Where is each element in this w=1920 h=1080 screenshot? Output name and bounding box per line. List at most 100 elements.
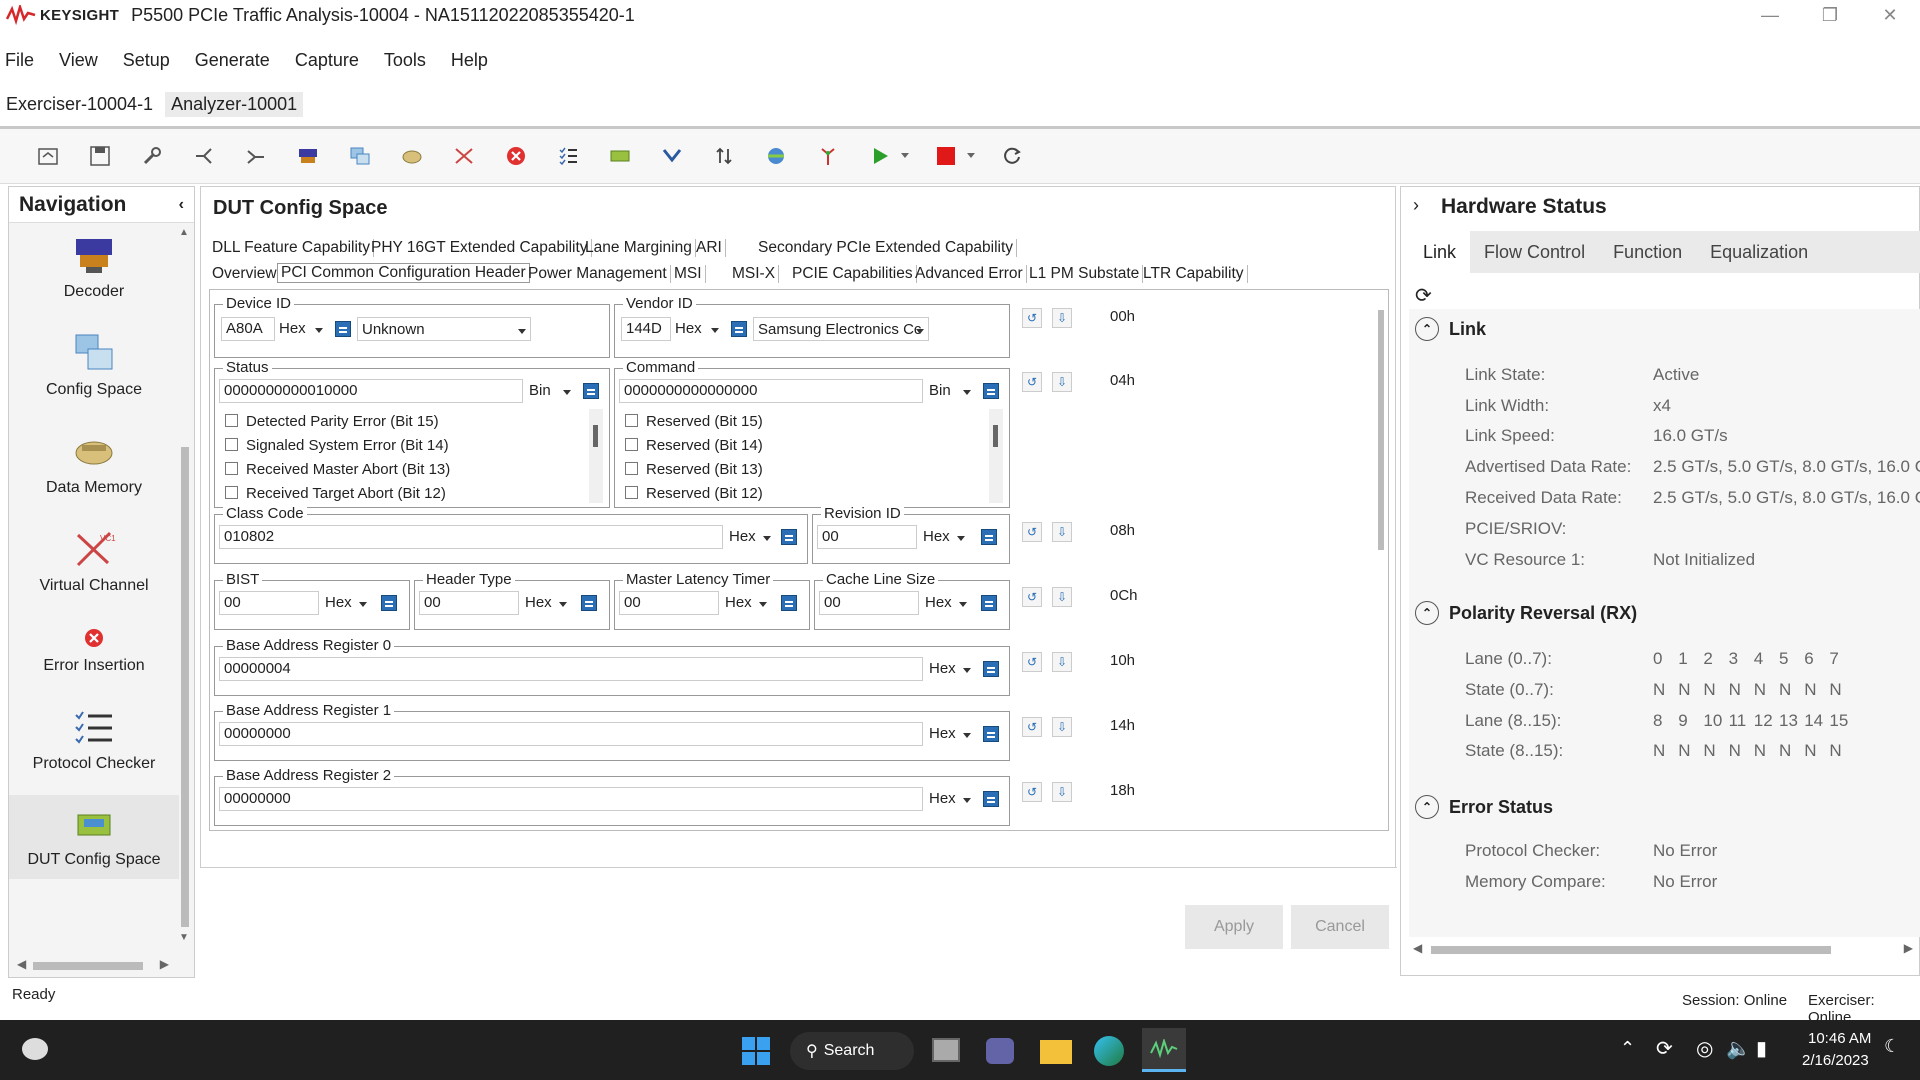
tab-pcie-capabilities[interactable]: PCIE Capabilities xyxy=(789,265,917,283)
calculator-icon[interactable] xyxy=(731,321,747,337)
menu-help[interactable]: Help xyxy=(451,50,488,71)
split-icon[interactable] xyxy=(186,138,222,174)
home-icon[interactable] xyxy=(30,138,66,174)
wrench-icon[interactable] xyxy=(134,138,170,174)
bar2-format[interactable]: Hex xyxy=(925,787,975,811)
command-scrollbar[interactable] xyxy=(989,409,1003,503)
write-icon[interactable]: ⇩ xyxy=(1052,717,1072,737)
tab-advanced-error[interactable]: Advanced Error xyxy=(912,265,1027,283)
refresh-icon[interactable] xyxy=(994,138,1030,174)
master-latency-format[interactable]: Hex xyxy=(721,591,771,615)
tab-ari[interactable]: ARI xyxy=(693,239,726,257)
channel-icon[interactable] xyxy=(446,138,482,174)
master-latency-field[interactable]: 00 xyxy=(619,591,719,615)
menu-tools[interactable]: Tools xyxy=(384,50,426,71)
expand-icon[interactable]: › xyxy=(1413,195,1419,216)
minimize-icon[interactable]: — xyxy=(1740,0,1800,30)
nav-item-protocol-checker[interactable]: Protocol Checker xyxy=(9,699,179,773)
error-icon[interactable] xyxy=(498,138,534,174)
nav-item-config-space[interactable]: Config Space xyxy=(9,325,179,399)
bar2-field[interactable]: 00000000 xyxy=(219,787,923,811)
network-icon[interactable]: ◎ xyxy=(1696,1036,1713,1061)
cache-line-format[interactable]: Hex xyxy=(921,591,971,615)
class-code-format[interactable]: Hex xyxy=(725,525,775,549)
nav-item-dut-config-space[interactable]: DUT Config Space xyxy=(9,795,179,879)
teams-icon[interactable] xyxy=(986,1038,1014,1064)
updown-icon[interactable] xyxy=(706,138,742,174)
collapse-icon[interactable]: ⌃ xyxy=(1415,795,1439,819)
bar0-format[interactable]: Hex xyxy=(925,657,975,681)
nav-item-error-insertion[interactable]: Error Insertion xyxy=(9,619,179,675)
tower-icon[interactable] xyxy=(810,138,846,174)
calculator-icon[interactable] xyxy=(781,595,797,611)
device-id-format[interactable]: Hex xyxy=(275,317,327,341)
play-icon[interactable] xyxy=(862,138,898,174)
weather-icon[interactable] xyxy=(22,1038,48,1060)
decoder-icon[interactable] xyxy=(290,138,326,174)
search-box[interactable]: ⚲ Search xyxy=(790,1032,914,1070)
device-name-select[interactable]: Unknown xyxy=(357,317,531,341)
save-icon[interactable] xyxy=(82,138,118,174)
calculator-icon[interactable] xyxy=(983,661,999,677)
tab-lane-margining[interactable]: Lane Margining xyxy=(582,239,696,257)
memory-icon[interactable] xyxy=(394,138,430,174)
device-id-field[interactable]: A80A xyxy=(221,317,275,341)
cache-line-field[interactable]: 00 xyxy=(819,591,919,615)
header-type-field[interactable]: 00 xyxy=(419,591,519,615)
battery-icon[interactable]: ▮ xyxy=(1756,1036,1767,1061)
vendor-id-format[interactable]: Hex xyxy=(671,317,723,341)
tab-secondary-pcie[interactable]: Secondary PCIe Extended Capability xyxy=(755,239,1018,257)
status-bit15-checkbox[interactable]: Detected Parity Error (Bit 15) xyxy=(225,413,439,430)
edge-icon[interactable] xyxy=(1094,1036,1124,1066)
config-icon[interactable] xyxy=(342,138,378,174)
bist-field[interactable]: 00 xyxy=(219,591,319,615)
tab-equalization[interactable]: Equalization xyxy=(1696,231,1822,273)
calculator-icon[interactable] xyxy=(583,383,599,399)
bar1-format[interactable]: Hex xyxy=(925,722,975,746)
nav-item-virtual-channel[interactable]: VC1 Virtual Channel xyxy=(9,521,179,595)
globe-icon[interactable] xyxy=(758,138,794,174)
menu-file[interactable]: File xyxy=(5,50,34,71)
chevron-up-icon[interactable]: ⌃ xyxy=(1620,1038,1635,1059)
calculator-icon[interactable] xyxy=(983,791,999,807)
nav-scrollbar[interactable]: ▲ ▼ xyxy=(179,227,191,947)
sync-icon[interactable]: ⟳ xyxy=(1656,1036,1673,1061)
tab-pci-common-header[interactable]: PCI Common Configuration Header xyxy=(277,263,530,283)
reload-icon[interactable]: ↺ xyxy=(1022,652,1042,672)
calculator-icon[interactable] xyxy=(983,383,999,399)
checker-icon[interactable] xyxy=(550,138,586,174)
tab-link[interactable]: Link xyxy=(1409,231,1471,273)
link-section-header[interactable]: ⌃ Link xyxy=(1415,317,1486,341)
command-bit14-checkbox[interactable]: Reserved (Bit 14) xyxy=(625,437,763,454)
reload-icon[interactable]: ↺ xyxy=(1022,308,1042,328)
trigger-icon[interactable] xyxy=(654,138,690,174)
collapse-icon[interactable]: ⌃ xyxy=(1415,317,1439,341)
vendor-id-field[interactable]: 144D xyxy=(621,317,671,341)
tab-phy-16gt[interactable]: PHY 16GT Extended Capability xyxy=(368,239,592,257)
reload-icon[interactable]: ↺ xyxy=(1022,717,1042,737)
calculator-icon[interactable] xyxy=(581,595,597,611)
write-icon[interactable]: ⇩ xyxy=(1052,308,1072,328)
calculator-icon[interactable] xyxy=(981,529,997,545)
volume-icon[interactable]: 🔈 xyxy=(1726,1036,1751,1061)
reload-icon[interactable]: ↺ xyxy=(1022,522,1042,542)
notification-icon[interactable]: ☾ xyxy=(1884,1036,1900,1057)
tab-ltr-capability[interactable]: LTR Capability xyxy=(1140,265,1248,283)
hw-hscrollbar[interactable]: ◀ ▶ xyxy=(1413,941,1913,957)
status-bit12-checkbox[interactable]: Received Target Abort (Bit 12) xyxy=(225,485,446,502)
reload-icon[interactable]: ↺ xyxy=(1022,372,1042,392)
bar0-field[interactable]: 00000004 xyxy=(219,657,923,681)
clock-time[interactable]: 10:46 AM xyxy=(1808,1030,1871,1047)
command-bit13-checkbox[interactable]: Reserved (Bit 13) xyxy=(625,461,763,478)
keysight-app-icon[interactable] xyxy=(1142,1028,1186,1072)
file-explorer-icon[interactable] xyxy=(1040,1040,1072,1064)
calculator-icon[interactable] xyxy=(381,595,397,611)
revision-id-field[interactable]: 00 xyxy=(817,525,917,549)
merge-icon[interactable] xyxy=(238,138,274,174)
reload-icon[interactable]: ↺ xyxy=(1022,782,1042,802)
bar1-field[interactable]: 00000000 xyxy=(219,722,923,746)
write-icon[interactable]: ⇩ xyxy=(1052,652,1072,672)
command-bit15-checkbox[interactable]: Reserved (Bit 15) xyxy=(625,413,763,430)
status-scrollbar[interactable] xyxy=(589,409,603,503)
write-icon[interactable]: ⇩ xyxy=(1052,782,1072,802)
